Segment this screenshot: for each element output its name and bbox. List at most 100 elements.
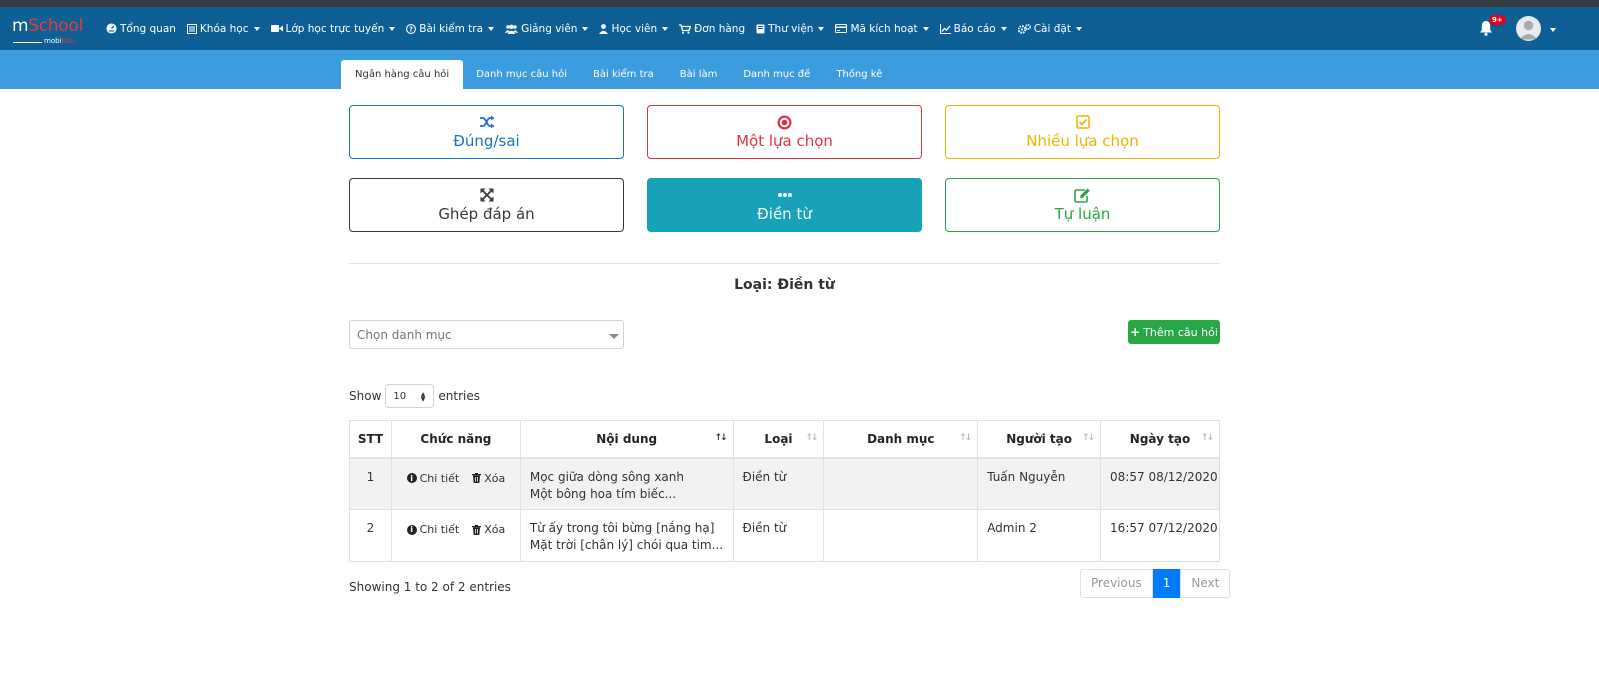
type-button-nhieu-lua-chon[interactable]: Nhiều lựa chọn	[945, 105, 1220, 159]
dot-circle-icon	[777, 115, 792, 129]
chevron-down-icon	[253, 26, 260, 31]
tab-bai-kiem-tra[interactable]: Bài kiểm tra	[580, 60, 667, 89]
cell-content: Từ ấy trong tôi bừng [nắng hạ] Mặt trời […	[519, 509, 734, 562]
delete-link[interactable]: Xóa	[472, 472, 505, 485]
video-icon	[270, 25, 283, 32]
nav-thu-vien[interactable]: Thư viện	[756, 23, 825, 35]
type-button-dung-sai[interactable]: Đúng/sai	[349, 105, 624, 159]
updown-icon: ▲ ▼	[420, 391, 426, 403]
type-button-mot-lua-chon[interactable]: Một lựa chọn	[647, 105, 922, 159]
cell-creator: Admin 2	[977, 509, 1102, 562]
question-bank-tabs: Ngân hàng câu hỏi Danh mục câu hỏi Bài k…	[341, 60, 895, 89]
type-button-ghep-dap-an[interactable]: Ghép đáp án	[349, 178, 624, 232]
avatar[interactable]	[1516, 16, 1541, 41]
type-label: Ghép đáp án	[438, 205, 535, 223]
cell-stt: 1	[349, 457, 392, 510]
cell-category	[823, 509, 979, 562]
th-stt[interactable]: STT	[349, 420, 392, 459]
type-button-tu-luan[interactable]: Tự luận	[945, 178, 1220, 232]
logo-text-a: m	[12, 16, 29, 36]
nav-label: Giảng viên	[521, 22, 578, 35]
main-menu: Tổng quan Khóa học Lớp học trực tuyến ? …	[106, 7, 1093, 50]
tab-danh-muc-de[interactable]: Danh mục đề	[730, 60, 823, 89]
show-label: Show	[349, 389, 382, 403]
shuffle-icon	[479, 115, 494, 129]
arrows-icon	[480, 188, 493, 202]
nav-bai-kiem-tra[interactable]: ? Bài kiểm tra	[406, 22, 495, 35]
add-question-label: Thêm câu hỏi	[1143, 325, 1218, 339]
logo-sub-a: mobi	[44, 37, 62, 45]
check-square-icon	[1075, 115, 1090, 129]
th-loai[interactable]: Loại ↑↓	[732, 420, 825, 459]
cart-icon	[679, 23, 692, 34]
chevron-down-icon	[582, 26, 589, 31]
nav-lop-hoc-truc-tuyen[interactable]: Lớp học trực tuyến	[270, 22, 396, 35]
page-title: Loại: Điền từ	[734, 277, 835, 293]
page-length-select[interactable]: 10 ▲ ▼	[385, 384, 435, 408]
nav-khoa-hoc[interactable]: Khóa học	[186, 22, 260, 35]
question-icon: ?	[406, 23, 417, 34]
nav-cai-dat[interactable]: Cài đặt	[1017, 23, 1082, 35]
mschool-logo[interactable]: mSchool mobiEdu	[12, 16, 92, 46]
entries-label: entries	[438, 389, 480, 403]
nav-label: Mã kích hoạt	[850, 22, 918, 35]
pagination-page-1[interactable]: 1	[1152, 569, 1181, 598]
trash-icon	[472, 524, 482, 535]
questions-table: STT Chức năng Nội dung ↑↓ Loại ↑↓ Danh mục…	[349, 420, 1220, 562]
delete-link[interactable]: Xóa	[472, 523, 505, 536]
avatar-person-icon	[1519, 20, 1538, 40]
nav-don-hang[interactable]: Đơn hàng	[679, 23, 745, 35]
tab-thong-ke[interactable]: Thống kê	[823, 60, 895, 89]
chart-icon	[939, 23, 951, 34]
sort-icon: ↑↓	[805, 433, 818, 443]
category-select[interactable]: Chọn danh mục	[349, 320, 624, 349]
pagination-previous[interactable]: Previous	[1080, 569, 1153, 598]
nav-label: Bài kiểm tra	[419, 22, 484, 35]
nav-ma-kich-hoat[interactable]: Mã kích hoạt	[835, 22, 929, 35]
chevron-down-icon	[609, 334, 619, 339]
detail-link[interactable]: i Chi tiết	[406, 523, 459, 536]
th-ngay-tao[interactable]: Ngày tạo ↑↓	[1100, 420, 1220, 459]
tab-bai-lam[interactable]: Bài làm	[667, 60, 731, 89]
section-divider	[349, 263, 1220, 264]
cell-actions: i Chi tiết Xóa	[390, 509, 521, 562]
chevron-down-icon	[662, 26, 669, 31]
nav-label: Khóa học	[199, 22, 249, 35]
dashboard-icon	[106, 23, 117, 34]
th-noi-dung[interactable]: Nội dung ↑↓	[519, 420, 734, 459]
nav-tong-quan[interactable]: Tổng quan	[106, 23, 176, 35]
tab-ngan-hang-cau-hoi[interactable]: Ngân hàng câu hỏi	[341, 60, 464, 89]
logo-underline	[13, 42, 42, 43]
table-row: 1 i Chi tiết Xóa Mọc giữa dòng sông xanh M…	[349, 457, 1220, 510]
edit-icon	[1074, 188, 1090, 203]
nav-label: Lớp học trực tuyến	[285, 22, 385, 35]
cell-creator: Tuấn Nguyễn	[977, 457, 1102, 510]
th-nguoi-tao[interactable]: Người tạo ↑↓	[977, 420, 1102, 459]
library-icon	[756, 24, 765, 33]
type-label: Nhiều lựa chọn	[1026, 132, 1139, 150]
chevron-down-icon	[922, 26, 929, 31]
notification-badge: 9+	[1489, 15, 1506, 25]
th-label: Loại	[764, 431, 793, 446]
info-icon: i	[406, 473, 417, 483]
detail-link[interactable]: i Chi tiết	[406, 472, 459, 485]
th-danh-muc[interactable]: Danh mục ↑↓	[823, 420, 979, 459]
content-line: Một bông hoa tím biếc...	[529, 486, 677, 501]
tab-danh-muc-cau-hoi[interactable]: Danh mục câu hỏi	[463, 60, 580, 89]
type-button-dien-tu[interactable]: Điền từ	[647, 178, 922, 232]
add-question-button[interactable]: + Thêm câu hỏi	[1128, 320, 1220, 344]
svg-text:?: ?	[409, 25, 413, 33]
nav-giang-vien[interactable]: Giảng viên	[505, 22, 589, 35]
category-select-placeholder: Chọn danh mục	[357, 328, 452, 342]
nav-hoc-vien[interactable]: Học viên	[599, 23, 669, 35]
delete-label: Xóa	[484, 523, 506, 536]
cell-created: 16:57 07/12/2020	[1100, 509, 1220, 562]
type-label: Một lựa chọn	[736, 132, 833, 150]
pagination-next[interactable]: Next	[1180, 569, 1231, 598]
chevron-down-icon[interactable]	[1550, 28, 1556, 32]
plus-icon: +	[1130, 325, 1141, 339]
logo-text-b: School	[28, 16, 83, 36]
length-control: Show 10 ▲ ▼ entries	[349, 384, 480, 408]
nav-bao-cao[interactable]: Báo cáo	[939, 23, 1007, 35]
cell-actions: i Chi tiết Xóa	[390, 457, 521, 510]
